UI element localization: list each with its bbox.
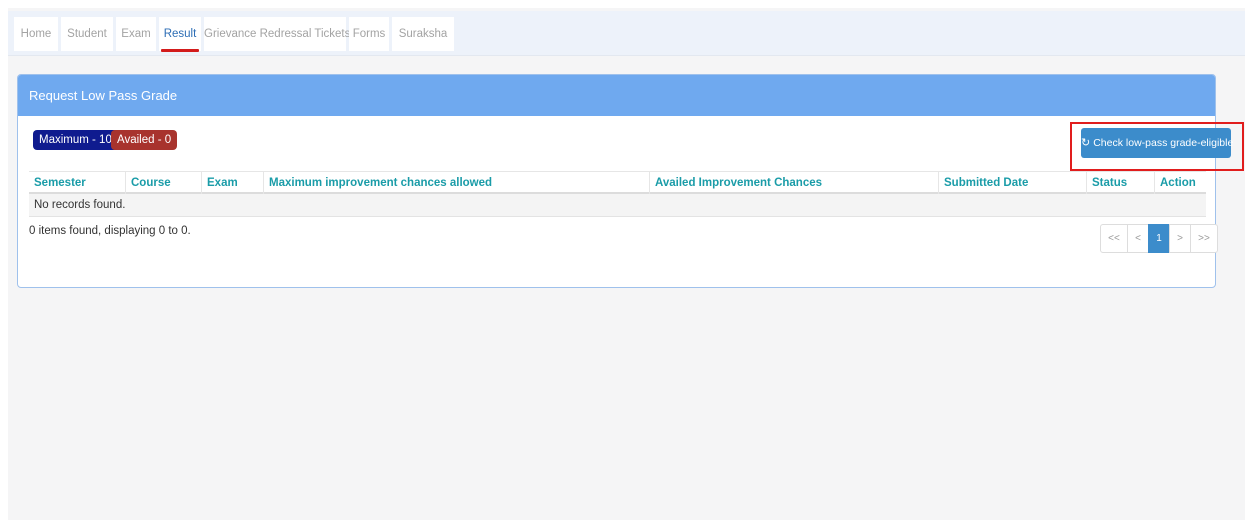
check-button-label: Check low-pass grade-eligible bbox=[1093, 137, 1234, 149]
app-root: Home Student Exam Result Grievance Redre… bbox=[8, 8, 1245, 520]
pagination: << < 1 > >> bbox=[1100, 224, 1218, 253]
maximum-badge: Maximum - 10 bbox=[33, 130, 118, 150]
items-summary: 0 items found, displaying 0 to 0. bbox=[29, 225, 191, 237]
previous-page-button[interactable]: < bbox=[1127, 224, 1149, 253]
availed-badge: Availed - 0 bbox=[111, 130, 178, 150]
empty-table-row: No records found. bbox=[29, 194, 1206, 217]
tab-exam[interactable]: Exam bbox=[116, 17, 156, 51]
check-low-pass-grade-eligible-button[interactable]: ↻ Check low-pass grade-eligible bbox=[1081, 128, 1234, 158]
tab-suraksha[interactable]: Suraksha bbox=[392, 17, 454, 51]
tab-result[interactable]: Result bbox=[159, 17, 201, 52]
tab-forms[interactable]: Forms bbox=[349, 17, 389, 51]
column-header-course[interactable]: Course bbox=[126, 172, 202, 194]
first-page-button[interactable]: << bbox=[1100, 224, 1128, 253]
refresh-icon: ↻ bbox=[1081, 137, 1091, 149]
top-nav: Home Student Exam Result Grievance Redre… bbox=[8, 11, 1245, 56]
request-low-pass-grade-panel: Request Low Pass Grade Maximum - 10 Avai… bbox=[17, 74, 1244, 288]
column-header-exam[interactable]: Exam bbox=[202, 172, 264, 194]
column-header-status[interactable]: Status bbox=[1087, 172, 1155, 194]
tab-home[interactable]: Home bbox=[14, 17, 58, 51]
column-header-submitted-date[interactable]: Submitted Date bbox=[939, 172, 1087, 194]
results-table: Semester Course Exam Maximum improvement… bbox=[29, 171, 1206, 217]
tab-student[interactable]: Student bbox=[61, 17, 113, 51]
table-header: Semester Course Exam Maximum improvement… bbox=[29, 171, 1206, 194]
next-page-button[interactable]: > bbox=[1169, 224, 1191, 253]
column-header-action: Action bbox=[1160, 177, 1196, 189]
page-1-button[interactable]: 1 bbox=[1148, 224, 1170, 253]
active-tab-indicator bbox=[161, 49, 199, 52]
column-header-max-improvement[interactable]: Maximum improvement chances allowed bbox=[264, 172, 650, 194]
last-page-button[interactable]: >> bbox=[1190, 224, 1218, 253]
tab-grievance-redressal-tickets[interactable]: Grievance Redressal Tickets bbox=[204, 17, 350, 51]
column-header-semester[interactable]: Semester bbox=[29, 172, 126, 194]
column-header-availed-improvement[interactable]: Availed Improvement Chances bbox=[650, 172, 939, 194]
panel-title: Request Low Pass Grade bbox=[18, 75, 1215, 116]
